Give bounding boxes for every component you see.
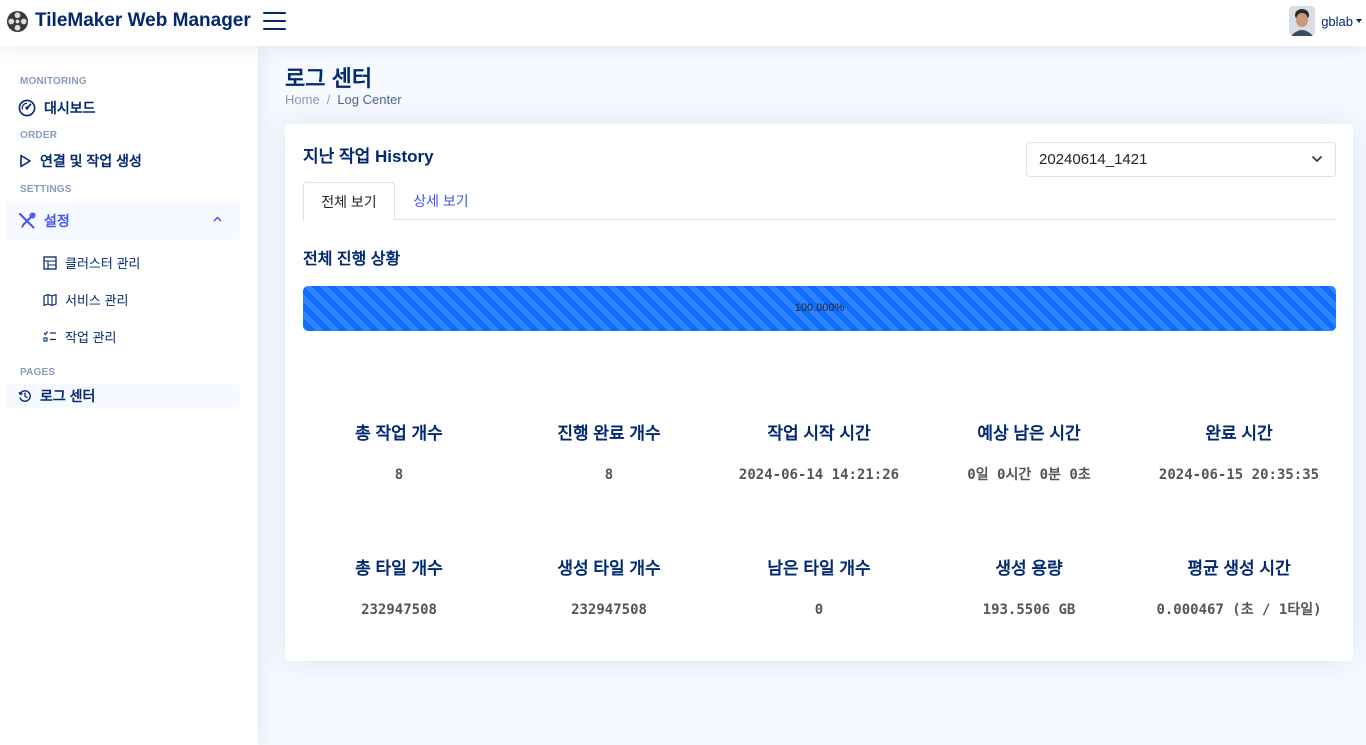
stat-value: 232947508	[571, 602, 647, 618]
sidebar-subitem-service[interactable]: 서비스 관리	[43, 290, 128, 309]
stat-label: 작업 시작 시간	[767, 424, 871, 443]
chevron-down-icon	[1311, 155, 1323, 163]
tab-overview[interactable]: 전체 보기	[303, 182, 395, 221]
stat-label: 생성 용량	[995, 559, 1063, 578]
history-select-value: 20240614_1421	[1039, 151, 1148, 168]
tab-detail[interactable]: 상세 보기	[395, 182, 487, 220]
progress-bar: 100.000%	[303, 286, 1336, 331]
stat-remaining-time: 예상 남은 시간 0일 0시간 0분 0초	[924, 423, 1134, 485]
stat-value: 0	[814, 602, 824, 618]
stat-value: 193.5506 GB	[982, 602, 1076, 618]
chevron-up-icon	[213, 216, 222, 222]
stat-label: 진행 완료 개수	[557, 424, 661, 443]
stat-value: 8	[604, 467, 614, 483]
breadcrumb-separator: /	[326, 92, 331, 107]
stat-completed-jobs: 진행 완료 개수 8	[504, 423, 714, 485]
speedometer-icon	[18, 99, 36, 117]
sidebar-subitem-task[interactable]: 작업 관리	[43, 327, 116, 346]
stat-value: 0.000467 (초 / 1타일)	[1156, 602, 1322, 618]
stat-value: 8	[394, 467, 404, 483]
stat-total-tiles: 총 타일 개수 232947508	[294, 558, 504, 620]
top-header: TileMaker Web Manager gblab	[0, 0, 1366, 46]
nav-heading-settings: SETTINGS	[20, 184, 72, 195]
sidebar-item-label: 대시보드	[44, 100, 96, 116]
nav-heading-pages: PAGES	[20, 367, 56, 378]
stat-label: 총 타일 개수	[355, 559, 443, 578]
stat-avg-generation-time: 평균 생성 시간 0.000467 (초 / 1타일)	[1134, 558, 1344, 620]
stat-finish-time: 완료 시간 2024-06-15 20:35:35	[1134, 423, 1344, 485]
avatar	[1289, 6, 1316, 36]
stat-value: 232947508	[361, 602, 437, 618]
layout-icon	[43, 255, 57, 270]
history-card: 지난 작업 History 20240614_1421 전체 보기 상세 보기 …	[285, 124, 1353, 661]
logo[interactable]: TileMaker Web Manager	[6, 8, 251, 34]
stat-label: 남은 타일 개수	[767, 559, 871, 578]
stat-label: 평균 생성 시간	[1187, 559, 1291, 578]
nav-heading-order: ORDER	[20, 130, 58, 141]
sidebar: MONITORING 대시보드 ORDER 연결 및 작업 생성 SETTING…	[0, 46, 258, 745]
sidebar-subitem-cluster[interactable]: 클러스터 관리	[43, 253, 140, 272]
breadcrumb-current: Log Center	[337, 92, 402, 107]
list-check-icon	[43, 330, 56, 342]
stat-start-time: 작업 시작 시간 2024-06-14 14:21:26	[714, 423, 924, 485]
sidebar-item-label: 연결 및 작업 생성	[40, 153, 142, 169]
page-title: 로그 센터	[285, 66, 373, 91]
tools-icon	[19, 211, 36, 228]
sidebar-item-settings[interactable]: 설정	[6, 201, 240, 240]
film-reel-icon	[6, 10, 29, 32]
stat-value: 0일 0시간 0분 0초	[967, 467, 1091, 483]
history-icon	[18, 390, 31, 402]
sidebar-subitem-label: 클러스터 관리	[65, 256, 141, 271]
sidebar-item-label: 설정	[44, 212, 70, 229]
stat-label: 완료 시간	[1205, 424, 1273, 443]
card-title-prefix: 지난 작업	[303, 147, 376, 166]
stat-remaining-tiles: 남은 타일 개수 0	[714, 558, 924, 620]
sidebar-item-order[interactable]: 연결 및 작업 생성	[6, 148, 240, 174]
progress-text: 100.000%	[794, 302, 845, 314]
sidebar-item-dashboard[interactable]: 대시보드	[6, 95, 240, 121]
view-tabs: 전체 보기 상세 보기	[303, 182, 1336, 221]
hamburger-menu-icon[interactable]	[263, 10, 286, 32]
section-title: 전체 진행 상황	[303, 251, 401, 268]
profile-name: gblab	[1321, 13, 1353, 29]
stat-generated-tiles: 생성 타일 개수 232947508	[504, 558, 714, 620]
caret-down-icon	[1356, 19, 1362, 23]
stat-generated-size: 생성 용량 193.5506 GB	[924, 558, 1134, 620]
stat-value: 2024-06-15 20:35:35	[1158, 467, 1320, 483]
stat-label: 총 작업 개수	[355, 424, 443, 443]
history-select[interactable]: 20240614_1421	[1026, 142, 1336, 177]
play-icon	[20, 154, 31, 168]
stat-value: 2024-06-14 14:21:26	[738, 467, 900, 483]
breadcrumb: Home / Log Center	[285, 92, 402, 107]
stat-total-jobs: 총 작업 개수 8	[294, 423, 504, 485]
card-title: 지난 작업 History	[303, 142, 434, 167]
stat-label: 생성 타일 개수	[557, 559, 661, 578]
app-title: TileMaker Web Manager	[35, 10, 251, 31]
profile-dropdown[interactable]: gblab	[1289, 5, 1362, 37]
card-title-bold: History	[375, 147, 434, 166]
stat-label: 예상 남은 시간	[977, 424, 1081, 443]
map-icon	[43, 293, 57, 306]
sidebar-item-label: 로그 센터	[40, 388, 96, 404]
sidebar-subitem-label: 작업 관리	[65, 330, 117, 345]
breadcrumb-home-link[interactable]: Home	[285, 92, 320, 107]
sidebar-item-log-center[interactable]: 로그 센터	[6, 384, 240, 408]
nav-heading-monitoring: MONITORING	[20, 76, 87, 87]
sidebar-subitem-label: 서비스 관리	[65, 293, 129, 308]
